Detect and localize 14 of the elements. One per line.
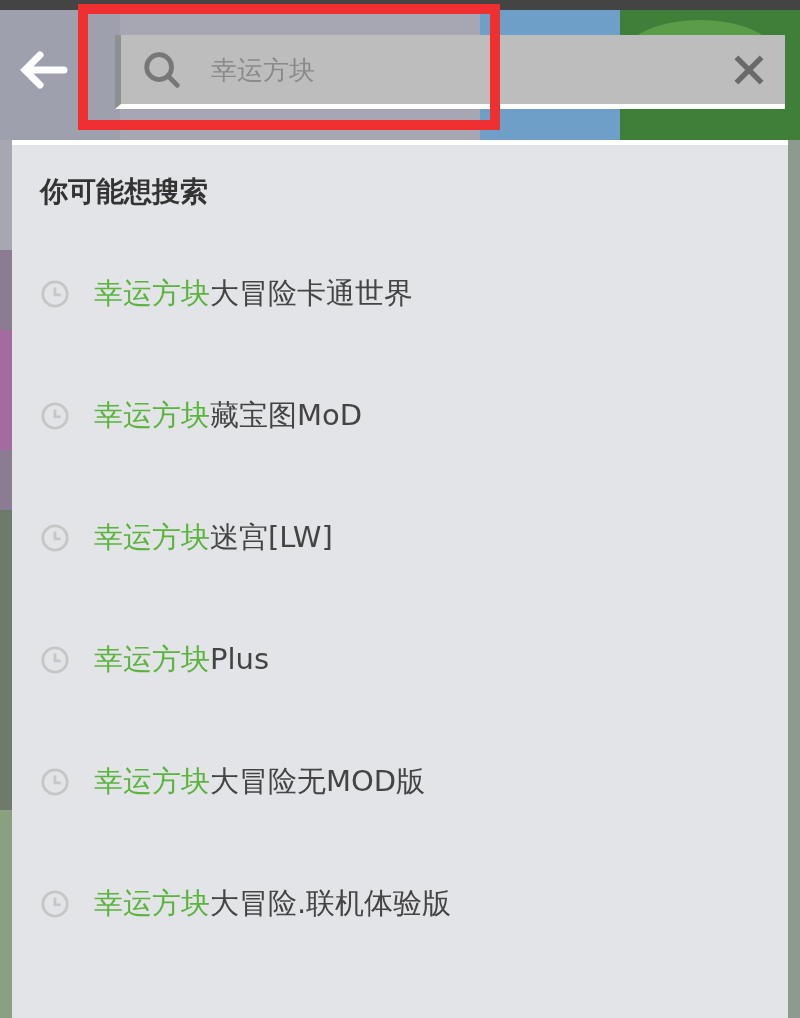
clock-icon [40,767,70,797]
suggestion-item[interactable]: 幸运方块大冒险.联机体验版 [94,884,452,924]
suggestion-item[interactable]: 幸运方块迷宫[LW] [94,518,333,558]
suggestion-item[interactable]: 幸运方块藏宝图MoD [94,396,363,436]
clock-icon [40,889,70,919]
clock-icon [40,645,70,675]
clock-icon [40,279,70,309]
back-arrow-icon[interactable] [18,50,68,90]
section-title: 你可能想搜索 [40,174,209,210]
suggestion-item[interactable]: 幸运方块大冒险卡通世界 [94,274,413,314]
clock-icon [40,401,70,431]
suggestion-item[interactable]: 幸运方块大冒险无MOD版 [94,762,426,802]
clock-icon [40,523,70,553]
suggestion-item[interactable]: 幸运方块Plus [94,640,270,680]
